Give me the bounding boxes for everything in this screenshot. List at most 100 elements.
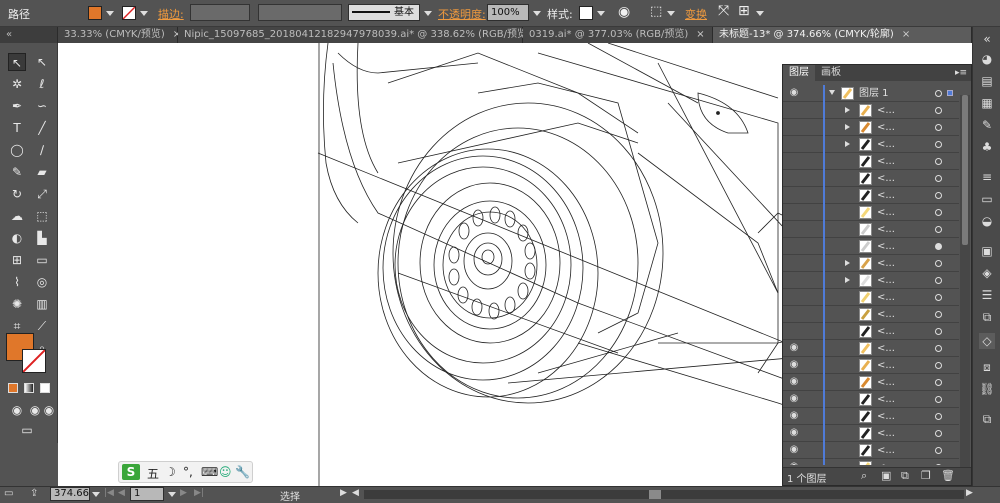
visibility-icon[interactable] — [786, 255, 802, 271]
shape-builder-icon[interactable]: ◐ — [8, 229, 26, 247]
transform-link[interactable]: 变换 — [685, 6, 707, 22]
expand-icon[interactable] — [829, 90, 835, 95]
layer-row[interactable]: ◉ <... — [783, 374, 959, 391]
layer-row[interactable]: <... — [783, 255, 959, 272]
line-icon[interactable]: ╱ — [33, 119, 51, 137]
target-icon[interactable] — [935, 311, 942, 318]
align-dropdown-icon[interactable] — [667, 11, 675, 16]
isolate-icon[interactable]: ⤧ — [718, 3, 729, 19]
layer-row[interactable]: ◉ <... — [783, 357, 959, 374]
zoom-dropdown-icon[interactable] — [92, 492, 100, 497]
stroke-dropdown-icon[interactable] — [140, 11, 148, 16]
visibility-icon[interactable] — [786, 187, 802, 203]
curvature-icon[interactable]: ∽ — [33, 97, 51, 115]
target-icon[interactable] — [935, 447, 942, 454]
rotate-icon[interactable]: ↻ — [8, 185, 26, 203]
transform-panel-icon[interactable]: ⧉ — [979, 411, 995, 427]
target-icon[interactable] — [935, 362, 942, 369]
artboards-panel-icon[interactable]: ⧈ — [979, 359, 995, 375]
layer-name[interactable]: <... — [877, 425, 895, 442]
layer-name[interactable]: <... — [877, 170, 895, 187]
delete-layer-icon[interactable]: 🗑 — [941, 469, 955, 482]
opacity-dropdown-icon[interactable] — [533, 11, 541, 16]
magic-wand-icon[interactable]: ✲ — [8, 75, 26, 93]
visibility-icon[interactable] — [786, 306, 802, 322]
column-graph-icon[interactable]: ▥ — [33, 295, 51, 313]
visibility-icon[interactable]: ◉ — [786, 391, 802, 407]
layer-name[interactable]: <... — [877, 357, 895, 374]
layer-row[interactable]: <... — [783, 306, 959, 323]
layer-name[interactable]: <... — [877, 187, 895, 204]
layers-panel-icon[interactable]: ◇ — [979, 333, 995, 349]
target-icon[interactable] — [935, 158, 942, 165]
draw-normal-icon[interactable]: ◉ — [8, 401, 26, 419]
direct-selection-icon[interactable]: ↖ — [33, 53, 51, 71]
color-guide-icon[interactable]: ▤ — [979, 73, 995, 89]
graphic-style-swatch[interactable] — [579, 6, 593, 20]
paintbrush-icon[interactable]: ∕ — [33, 141, 51, 159]
target-icon[interactable] — [935, 345, 942, 352]
layer-name[interactable]: <... — [877, 323, 895, 340]
visibility-icon[interactable] — [786, 102, 802, 118]
visibility-icon[interactable]: ◉ — [786, 425, 802, 441]
clipping-mask-icon[interactable]: ▣ — [881, 469, 891, 482]
layer-name[interactable]: <... — [877, 289, 895, 306]
layer-name[interactable]: <... — [877, 272, 895, 289]
scrollbar-thumb[interactable] — [962, 95, 968, 245]
layer-row[interactable]: <... — [783, 272, 959, 289]
target-icon[interactable] — [935, 107, 942, 114]
layer-name[interactable]: <... — [877, 442, 895, 459]
visibility-icon[interactable] — [786, 153, 802, 169]
layer-name[interactable]: <... — [877, 306, 895, 323]
tab-doc-1[interactable]: 33.33% (CMYK/预览) × — [58, 27, 181, 43]
close-icon[interactable]: × — [696, 29, 704, 40]
layers-scrollbar[interactable] — [960, 95, 970, 467]
status-menu-icon[interactable]: ▶ — [340, 488, 347, 498]
gradient-panel-icon[interactable]: ▭ — [979, 191, 995, 207]
gradient-mode-icon[interactable] — [24, 383, 34, 393]
layer-name[interactable]: <... — [877, 102, 895, 119]
new-layer-icon[interactable]: ❐ — [921, 469, 931, 482]
tab-doc-2[interactable]: Nipic_15097685_20180412182947978039.ai* … — [178, 27, 547, 43]
share-icon[interactable]: ⇪ — [30, 488, 38, 499]
free-transform-icon[interactable]: ⬚ — [33, 207, 51, 225]
transparency-icon[interactable]: ◒ — [979, 213, 995, 229]
visibility-icon[interactable]: ◉ — [786, 357, 802, 373]
layer-name[interactable]: <... — [877, 408, 895, 425]
zoom-field[interactable]: 374.66 — [50, 487, 90, 501]
layer-name[interactable]: <... — [877, 238, 895, 255]
layer-row-top[interactable]: ◉ 图层 1 — [783, 85, 959, 102]
layer-name[interactable]: <... — [877, 340, 895, 357]
expand-icon[interactable] — [845, 141, 850, 147]
blend-icon[interactable]: ◎ — [33, 273, 51, 291]
scale-icon[interactable]: ⤢ — [33, 185, 51, 203]
visibility-icon[interactable] — [786, 119, 802, 135]
opacity-link[interactable]: 不透明度: — [438, 6, 486, 22]
dock-collapse-icon[interactable]: « — [979, 31, 995, 47]
swatches-icon[interactable]: ▦ — [979, 95, 995, 111]
layer-row[interactable]: ◉ <... — [783, 425, 959, 442]
visibility-icon[interactable]: ◉ — [786, 459, 802, 465]
layer-row[interactable]: <... — [783, 323, 959, 340]
wrench-icon[interactable]: 🔧 — [235, 465, 250, 479]
layer-row[interactable]: <... — [783, 238, 959, 255]
appearance-icon[interactable]: ▣ — [979, 243, 995, 259]
graphic-styles-icon[interactable]: ◈ — [979, 265, 995, 281]
recolor-icon[interactable]: ◉ — [618, 4, 630, 20]
target-icon[interactable] — [935, 277, 942, 284]
h-scroll-right-icon[interactable]: ▶ — [966, 488, 973, 498]
layer-name[interactable]: <... — [877, 459, 895, 465]
h-scrollbar-thumb[interactable] — [649, 490, 661, 499]
layer-row[interactable]: <... — [783, 187, 959, 204]
target-icon[interactable] — [935, 294, 942, 301]
gpu-icon[interactable]: ▭ — [4, 488, 13, 499]
visibility-icon[interactable] — [786, 221, 802, 237]
layer-name[interactable]: <... — [877, 119, 895, 136]
none-mode-icon[interactable] — [40, 383, 50, 393]
symbol-sprayer-icon[interactable]: ✺ — [8, 295, 26, 313]
layer-row[interactable]: <... — [783, 221, 959, 238]
align-panel-icon[interactable]: ☰ — [979, 287, 995, 303]
visibility-icon[interactable]: ◉ — [786, 374, 802, 390]
stroke-swatch[interactable] — [122, 6, 136, 20]
visibility-icon[interactable] — [786, 289, 802, 305]
